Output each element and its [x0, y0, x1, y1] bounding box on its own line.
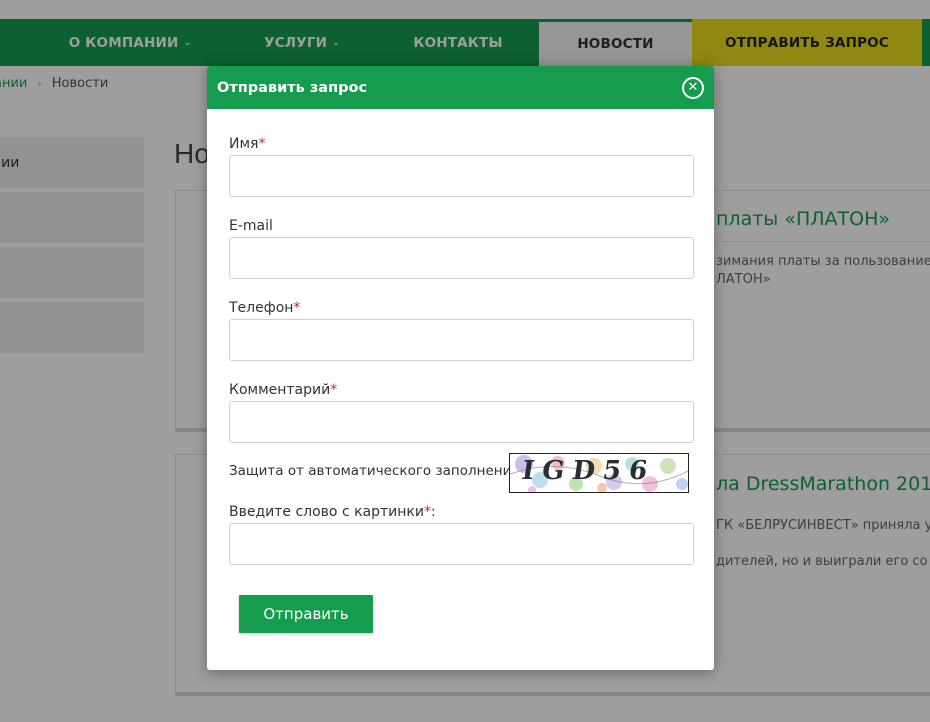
captcha-prompt-label: Введите слово с картинки*:	[229, 504, 436, 520]
captcha-prompt-colon: :	[430, 504, 436, 520]
modal-header: Отправить запрос ✕	[207, 66, 714, 109]
email-label-text: E-mail	[229, 218, 273, 234]
required-mark: *	[258, 136, 266, 152]
submit-button[interactable]: Отправить	[239, 595, 373, 633]
required-mark: *	[423, 504, 431, 520]
request-modal: Отправить запрос ✕ Имя* E-mail Телефон* …	[207, 66, 714, 670]
phone-label: Телефон*	[229, 300, 300, 316]
name-input[interactable]	[229, 155, 694, 197]
name-label-text: Имя	[229, 136, 259, 152]
name-label: Имя*	[229, 136, 265, 152]
close-icon[interactable]: ✕	[682, 76, 704, 99]
phone-label-text: Телефон	[229, 300, 294, 316]
email-label: E-mail	[229, 218, 273, 234]
captcha-text: IGD56	[519, 456, 658, 486]
comment-input[interactable]	[229, 401, 694, 443]
required-mark: *	[293, 300, 301, 316]
comment-label-text: Комментарий	[229, 382, 331, 398]
phone-input[interactable]	[229, 319, 694, 361]
captcha-label: Защита от автоматического заполнения	[229, 463, 520, 479]
captcha-row: Защита от автоматического заполнения IGD…	[229, 453, 689, 493]
modal-title: Отправить запрос	[217, 79, 368, 96]
captcha-input[interactable]	[229, 523, 694, 565]
email-input[interactable]	[229, 237, 694, 279]
required-mark: *	[330, 382, 338, 398]
captcha-image: IGD56	[509, 453, 689, 493]
comment-label: Комментарий*	[229, 382, 337, 398]
captcha-prompt-text: Введите слово с картинки	[229, 504, 424, 520]
